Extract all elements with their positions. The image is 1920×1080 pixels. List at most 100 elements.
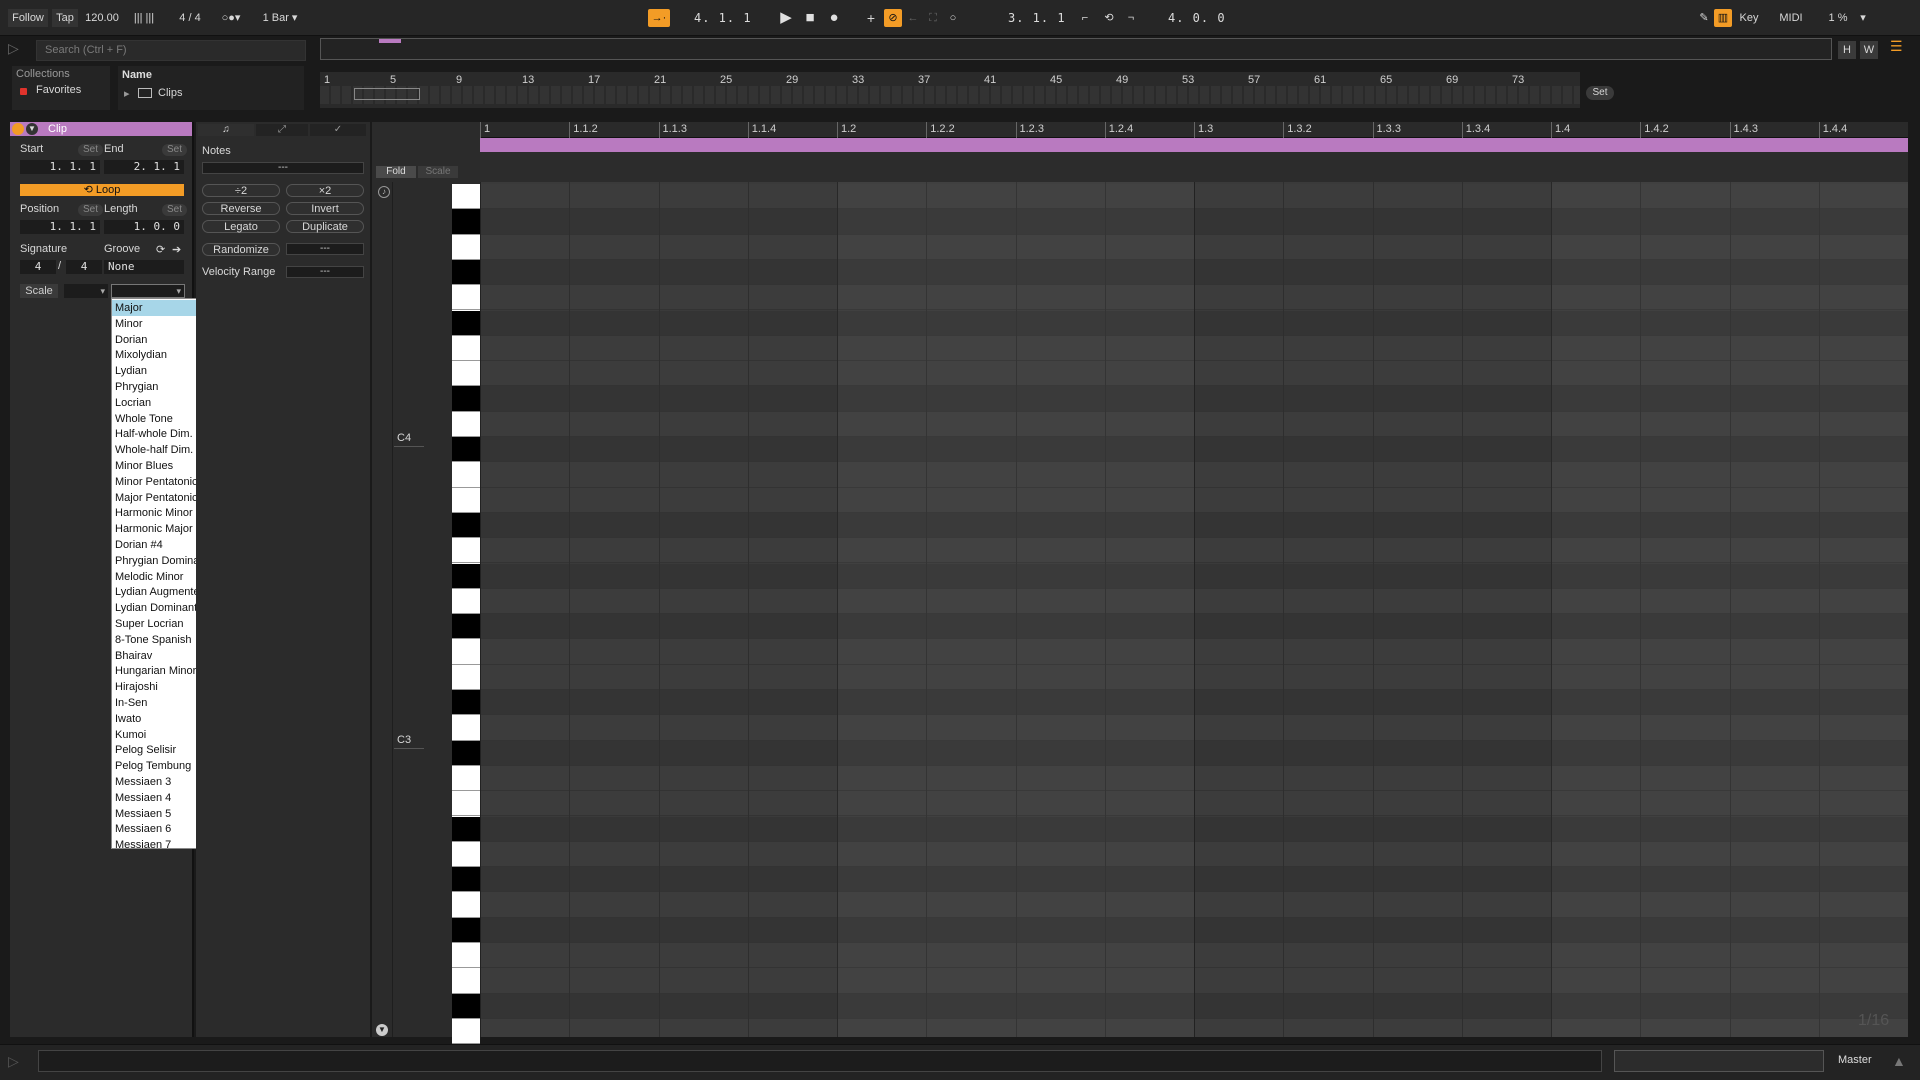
loop-length-field[interactable]: 4. 0. 0 bbox=[1168, 9, 1232, 27]
loop-start-field[interactable]: 3. 1. 1 bbox=[1008, 9, 1072, 27]
scale-mode-button[interactable]: Scale bbox=[20, 284, 58, 298]
white-key[interactable] bbox=[452, 538, 480, 564]
duplicate-button[interactable]: Duplicate bbox=[286, 220, 364, 233]
track-selector[interactable] bbox=[1614, 1050, 1824, 1072]
midi-map-button[interactable]: MIDI bbox=[1776, 9, 1806, 27]
white-key[interactable] bbox=[452, 487, 480, 513]
key-map-button[interactable]: Key bbox=[1736, 9, 1762, 27]
time-signature-field[interactable]: 4 / 4 bbox=[170, 9, 210, 27]
white-key[interactable] bbox=[452, 411, 480, 437]
groove-hot-swap-icon[interactable]: ⟳ bbox=[156, 243, 165, 256]
white-key[interactable] bbox=[452, 765, 480, 792]
browser-toggle-icon[interactable]: ▷ bbox=[8, 40, 30, 60]
white-key[interactable] bbox=[452, 943, 480, 969]
black-key[interactable] bbox=[452, 209, 480, 235]
scale-highlight-button[interactable]: Scale bbox=[418, 166, 458, 178]
end-set-button[interactable]: Set bbox=[162, 144, 188, 156]
position-set-button[interactable]: Set bbox=[78, 204, 104, 216]
multiply-by-two-button[interactable]: ×2 bbox=[286, 184, 364, 197]
white-key[interactable] bbox=[452, 361, 480, 387]
white-key[interactable] bbox=[452, 791, 480, 817]
white-key[interactable] bbox=[452, 285, 480, 311]
notes-value-field[interactable]: --- bbox=[202, 162, 364, 174]
groove-commit-icon[interactable]: ➔ bbox=[172, 243, 181, 256]
black-key[interactable] bbox=[452, 614, 480, 640]
black-key[interactable] bbox=[452, 740, 480, 766]
piano-keys[interactable] bbox=[452, 184, 480, 1045]
favorites-item[interactable]: Favorites bbox=[36, 84, 81, 96]
length-field[interactable]: 1. 0. 0 bbox=[104, 220, 184, 234]
end-field[interactable]: 2. 1. 1 bbox=[104, 160, 184, 174]
quantize-dropdown[interactable]: 1 Bar ▾ bbox=[256, 9, 304, 27]
session-record-icon[interactable]: ○ bbox=[944, 9, 962, 27]
scale-name-dropdown[interactable]: ▾ bbox=[111, 284, 185, 298]
overdub-icon[interactable]: + bbox=[862, 9, 880, 27]
position-field[interactable]: 1. 1. 1 bbox=[20, 220, 100, 234]
chevron-down-icon[interactable]: ▼ bbox=[376, 1024, 388, 1036]
name-column-header[interactable]: Name bbox=[122, 69, 152, 81]
clip-ruler[interactable]: 1 1.1.2 1.1.3 1.1.4 1.2 1.2.2 1.2.3 1.2.4 1.3 1.3… bbox=[480, 122, 1908, 138]
expand-arrow-icon[interactable]: ▸ bbox=[124, 87, 130, 100]
black-key[interactable] bbox=[452, 512, 480, 539]
white-key[interactable] bbox=[452, 462, 480, 488]
white-key[interactable] bbox=[452, 588, 480, 615]
draw-mode-icon[interactable]: ✎ bbox=[1696, 9, 1712, 27]
clip-loop-bar[interactable] bbox=[480, 138, 1908, 152]
black-key[interactable] bbox=[452, 386, 480, 412]
back-to-arrangement-icon[interactable]: ← bbox=[904, 9, 922, 27]
black-key[interactable] bbox=[452, 993, 480, 1019]
signature-denominator-field[interactable]: 4 bbox=[66, 260, 102, 274]
legato-button[interactable]: Legato bbox=[202, 220, 280, 233]
nudge-icon[interactable]: ||| ||| bbox=[126, 9, 162, 27]
chevron-down-icon[interactable]: ▼ bbox=[26, 123, 38, 135]
invert-button[interactable]: Invert bbox=[286, 202, 364, 215]
white-key[interactable] bbox=[452, 715, 480, 741]
follow-playhead-icon[interactable]: →· bbox=[648, 9, 670, 27]
black-key[interactable] bbox=[452, 259, 480, 286]
record-icon[interactable]: ● bbox=[824, 9, 844, 27]
arrangement-ruler[interactable]: 1 5 9 13 17 21 25 29 33 37 41 45 49 53 57 61 65 69 73 bbox=[320, 72, 1580, 108]
loop-toggle-button[interactable]: ⟲ Loop bbox=[20, 184, 184, 196]
master-track-label[interactable]: Master bbox=[1838, 1054, 1882, 1070]
black-key[interactable] bbox=[452, 867, 480, 893]
detail-toggle-icon[interactable]: ▷ bbox=[8, 1053, 28, 1073]
follow-button[interactable]: Follow bbox=[8, 9, 48, 27]
clip-activator-icon[interactable] bbox=[12, 123, 24, 135]
signature-numerator-field[interactable]: 4 bbox=[20, 260, 56, 274]
play-icon[interactable]: ▶ bbox=[776, 9, 796, 27]
scale-root-dropdown[interactable]: ▾ bbox=[64, 284, 108, 298]
divide-by-two-button[interactable]: ÷2 bbox=[202, 184, 280, 197]
black-key[interactable] bbox=[452, 310, 480, 336]
black-key[interactable] bbox=[452, 917, 480, 943]
h-button[interactable]: H bbox=[1838, 41, 1856, 59]
length-set-button[interactable]: Set bbox=[162, 204, 188, 216]
white-key[interactable] bbox=[452, 664, 480, 690]
fold-button[interactable]: Fold bbox=[376, 166, 416, 178]
metronome-icon[interactable]: ○●▾ bbox=[216, 9, 246, 27]
loop-icon[interactable]: ⟲ bbox=[1100, 9, 1118, 27]
start-set-button[interactable]: Set bbox=[78, 144, 104, 156]
white-key[interactable] bbox=[452, 184, 480, 210]
arrangement-overview[interactable] bbox=[320, 38, 1832, 60]
loop-brace-strip[interactable] bbox=[480, 152, 1908, 182]
black-key[interactable] bbox=[452, 690, 480, 716]
white-key[interactable] bbox=[452, 639, 480, 665]
velocity-range-field[interactable]: --- bbox=[286, 266, 364, 278]
chevron-down-icon[interactable]: ▾ bbox=[1858, 9, 1868, 27]
capture-icon[interactable]: ⛶ bbox=[924, 9, 942, 27]
white-key[interactable] bbox=[452, 841, 480, 868]
automation-arm-icon[interactable]: ⊘ bbox=[884, 9, 902, 27]
black-key[interactable] bbox=[452, 563, 480, 589]
menu-icon[interactable]: ☰ bbox=[1890, 38, 1908, 56]
tempo-field[interactable]: 120.00 bbox=[82, 9, 122, 27]
groove-field[interactable]: None bbox=[104, 260, 184, 274]
stop-icon[interactable]: ■ bbox=[800, 9, 820, 27]
envelope-icon[interactable]: ⤢ bbox=[256, 124, 308, 136]
note-icon[interactable]: ♫ bbox=[198, 124, 254, 136]
randomize-button[interactable]: Randomize bbox=[202, 243, 280, 256]
arrangement-position-field[interactable]: 4. 1. 1 bbox=[694, 9, 774, 27]
tap-tempo-button[interactable]: Tap bbox=[52, 9, 78, 27]
set-locator-button[interactable]: Set bbox=[1586, 86, 1614, 100]
preview-headphones-icon[interactable]: ♪ bbox=[378, 186, 390, 198]
white-key[interactable] bbox=[452, 1018, 480, 1045]
